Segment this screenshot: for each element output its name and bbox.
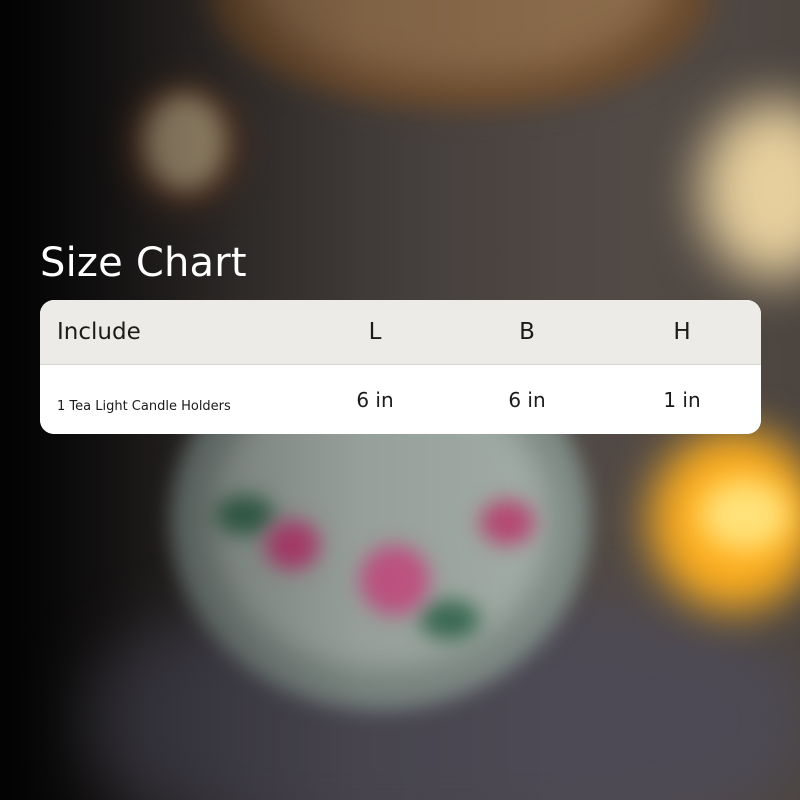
- header-breadth: B: [519, 319, 535, 345]
- header-height: H: [673, 319, 691, 345]
- cell-height: 1 in: [663, 387, 701, 412]
- header-include: Include: [57, 319, 141, 345]
- table-row: 1 Tea Light Candle Holders 6 in 6 in 1 i…: [40, 365, 761, 434]
- cell-length: 6 in: [356, 387, 394, 412]
- page-title: Size Chart: [40, 240, 247, 286]
- cell-include: 1 Tea Light Candle Holders: [57, 398, 231, 414]
- table-header-row: Include L B H: [40, 300, 761, 365]
- cell-breadth: 6 in: [508, 387, 546, 412]
- header-length: L: [368, 319, 382, 345]
- size-chart-table: Include L B H 1 Tea Light Candle Holders…: [40, 300, 761, 434]
